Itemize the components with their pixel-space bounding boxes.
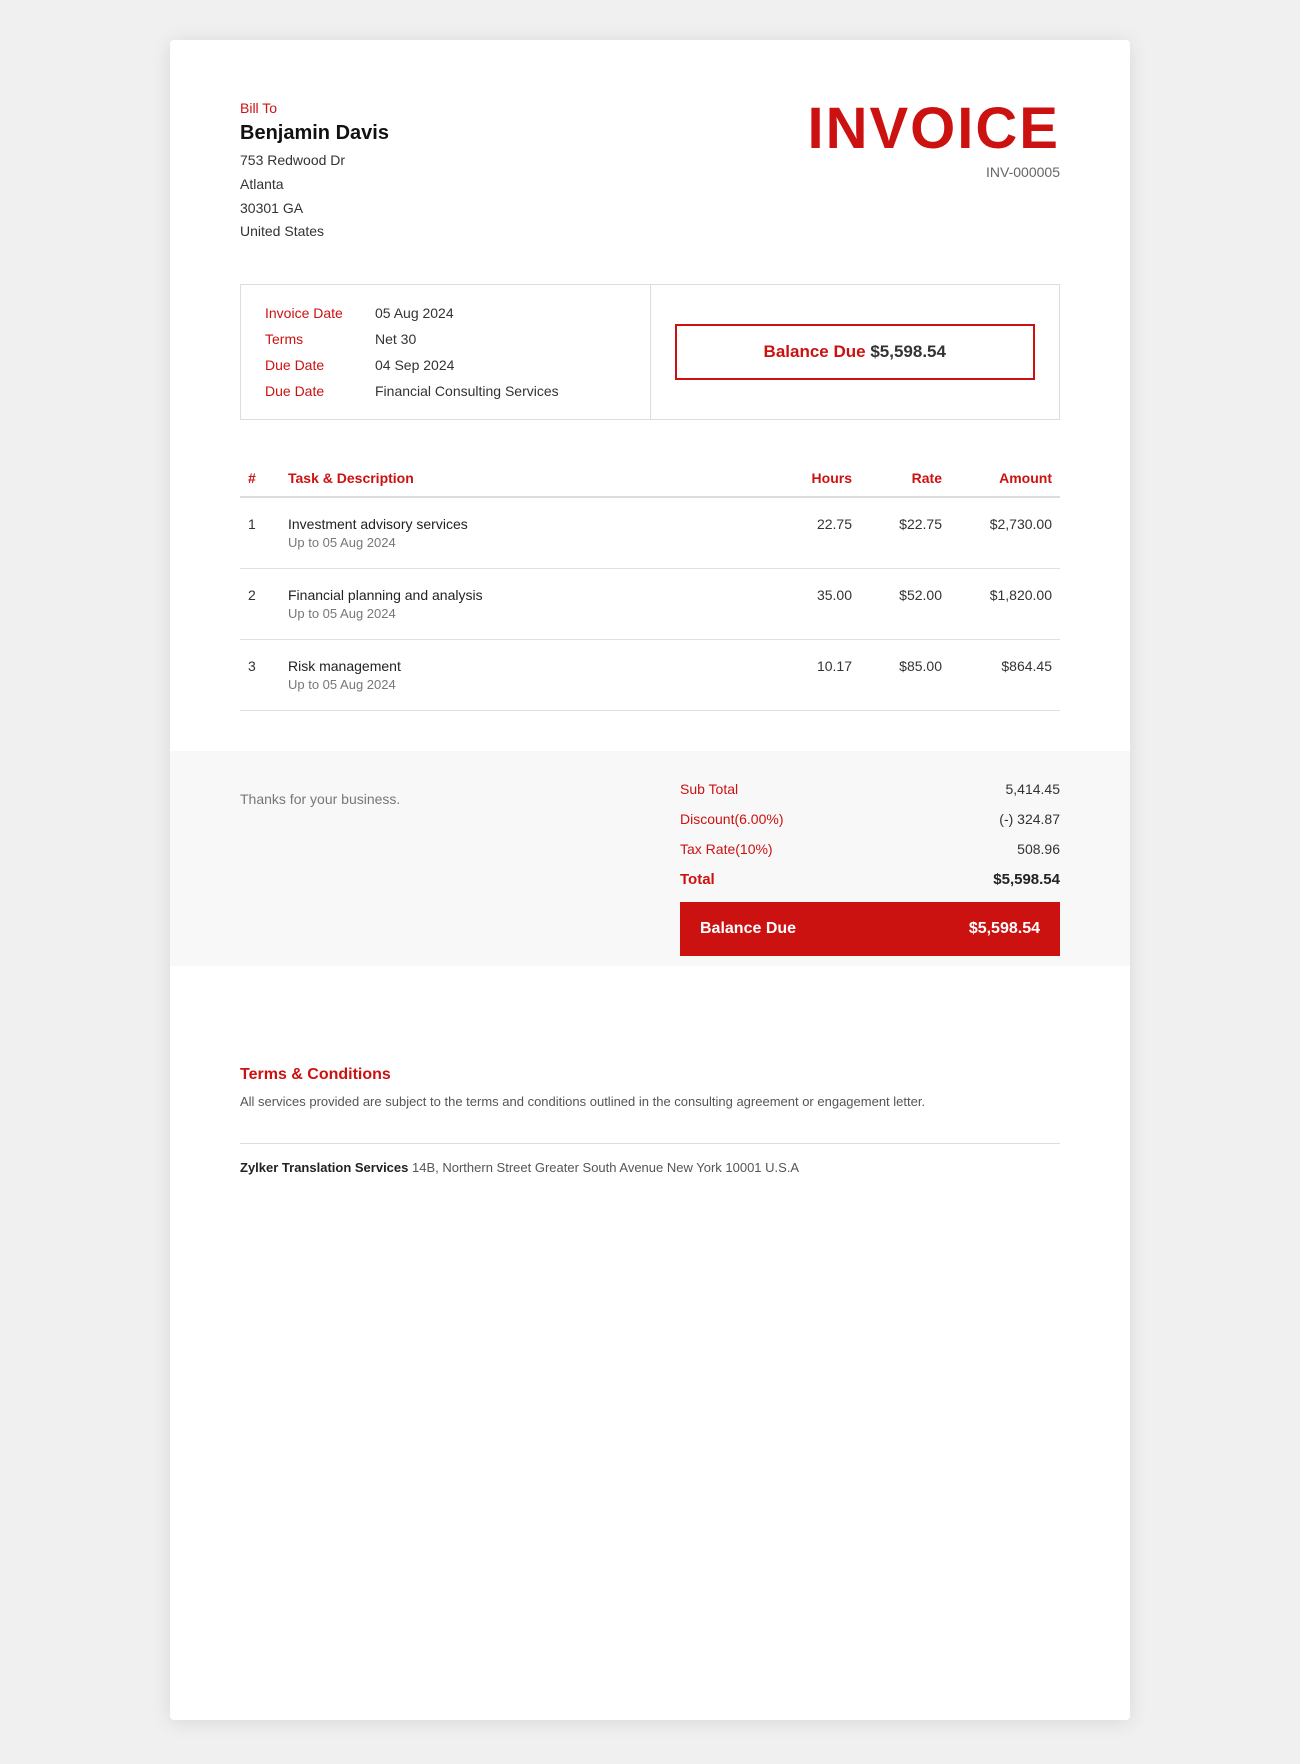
invoice-number: INV-000005 bbox=[808, 164, 1061, 180]
row-num: 3 bbox=[240, 640, 280, 711]
meta-section: Invoice Date 05 Aug 2024 Terms Net 30 Du… bbox=[240, 284, 1060, 420]
invoice-document: Bill To Benjamin Davis 753 Redwood Dr At… bbox=[170, 40, 1130, 1720]
subtotal-row: Sub Total 5,414.45 bbox=[680, 781, 1060, 797]
table-row: 3 Risk management Up to 05 Aug 2024 10.1… bbox=[240, 640, 1060, 711]
row-hours: 22.75 bbox=[760, 497, 860, 569]
row-task: Risk management Up to 05 Aug 2024 bbox=[280, 640, 760, 711]
discount-value: (-) 324.87 bbox=[999, 811, 1060, 827]
total-value: $5,598.54 bbox=[993, 871, 1060, 888]
subject-value: Financial Consulting Services bbox=[375, 383, 559, 399]
row-task: Investment advisory services Up to 05 Au… bbox=[280, 497, 760, 569]
address-line2: Atlanta bbox=[240, 173, 389, 197]
terms-row: Terms Net 30 bbox=[265, 331, 626, 347]
row-rate: $22.75 bbox=[860, 497, 950, 569]
thanks-text: Thanks for your business. bbox=[240, 791, 400, 807]
col-hours: Hours bbox=[760, 460, 860, 497]
client-name: Benjamin Davis bbox=[240, 122, 389, 145]
col-rate: Rate bbox=[860, 460, 950, 497]
address-line1: 753 Redwood Dr bbox=[240, 149, 389, 173]
meta-left: Invoice Date 05 Aug 2024 Terms Net 30 Du… bbox=[241, 285, 651, 419]
terms-label: Terms bbox=[265, 331, 375, 347]
table-row: 2 Financial planning and analysis Up to … bbox=[240, 569, 1060, 640]
row-amount: $1,820.00 bbox=[950, 569, 1060, 640]
meta-right: Balance Due $5,598.54 bbox=[651, 285, 1060, 419]
bill-to-section: Bill To Benjamin Davis 753 Redwood Dr At… bbox=[240, 100, 389, 244]
summary-section: Thanks for your business. Sub Total 5,41… bbox=[170, 751, 1130, 966]
invoice-title: INVOICE bbox=[808, 100, 1061, 158]
row-num: 2 bbox=[240, 569, 280, 640]
subject-label: Due Date bbox=[265, 383, 375, 399]
bill-to-label: Bill To bbox=[240, 100, 389, 116]
terms-title: Terms & Conditions bbox=[240, 1066, 1060, 1084]
invoice-date-label: Invoice Date bbox=[265, 305, 375, 321]
footer-company: Zylker Translation Services bbox=[240, 1160, 408, 1175]
tax-label: Tax Rate(10%) bbox=[680, 841, 773, 857]
total-label: Total bbox=[680, 871, 715, 888]
total-row: Total $5,598.54 bbox=[680, 871, 1060, 888]
discount-row: Discount(6.00%) (-) 324.87 bbox=[680, 811, 1060, 827]
subject-row: Due Date Financial Consulting Services bbox=[265, 383, 626, 399]
col-num: # bbox=[240, 460, 280, 497]
address-line3: 30301 GA bbox=[240, 197, 389, 221]
due-date-row: Due Date 04 Sep 2024 bbox=[265, 357, 626, 373]
invoice-title-section: INVOICE INV-000005 bbox=[808, 100, 1061, 180]
client-address: 753 Redwood Dr Atlanta 30301 GA United S… bbox=[240, 149, 389, 244]
terms-conditions-section: Terms & Conditions All services provided… bbox=[240, 1046, 1060, 1113]
row-rate: $52.00 bbox=[860, 569, 950, 640]
totals-section: Sub Total 5,414.45 Discount(6.00%) (-) 3… bbox=[680, 781, 1060, 956]
terms-text: All services provided are subject to the… bbox=[240, 1092, 1060, 1113]
footer-address: 14B, Northern Street Greater South Avenu… bbox=[412, 1160, 799, 1175]
due-date-value: 04 Sep 2024 bbox=[375, 357, 454, 373]
table-header: # Task & Description Hours Rate Amount bbox=[240, 460, 1060, 497]
terms-value: Net 30 bbox=[375, 331, 416, 347]
footer-text: Zylker Translation Services 14B, Norther… bbox=[240, 1160, 1060, 1175]
address-line4: United States bbox=[240, 220, 389, 244]
balance-due-box: Balance Due $5,598.54 bbox=[675, 324, 1036, 380]
subtotal-value: 5,414.45 bbox=[1006, 781, 1061, 797]
col-task: Task & Description bbox=[280, 460, 760, 497]
row-task: Financial planning and analysis Up to 05… bbox=[280, 569, 760, 640]
table-row: 1 Investment advisory services Up to 05 … bbox=[240, 497, 1060, 569]
footer-divider bbox=[240, 1143, 1060, 1144]
row-amount: $864.45 bbox=[950, 640, 1060, 711]
discount-label: Discount(6.00%) bbox=[680, 811, 784, 827]
subtotal-label: Sub Total bbox=[680, 781, 738, 797]
balance-due-final: Balance Due $5,598.54 bbox=[680, 902, 1060, 956]
row-hours: 35.00 bbox=[760, 569, 860, 640]
balance-due-final-value: $5,598.54 bbox=[969, 920, 1040, 938]
balance-due-final-label: Balance Due bbox=[700, 920, 796, 938]
row-amount: $2,730.00 bbox=[950, 497, 1060, 569]
tax-value: 508.96 bbox=[1017, 841, 1060, 857]
due-date-label: Due Date bbox=[265, 357, 375, 373]
items-table: # Task & Description Hours Rate Amount 1… bbox=[240, 460, 1060, 711]
header-section: Bill To Benjamin Davis 753 Redwood Dr At… bbox=[240, 100, 1060, 244]
row-rate: $85.00 bbox=[860, 640, 950, 711]
invoice-date-row: Invoice Date 05 Aug 2024 bbox=[265, 305, 626, 321]
col-amount: Amount bbox=[950, 460, 1060, 497]
invoice-date-value: 05 Aug 2024 bbox=[375, 305, 454, 321]
table-body: 1 Investment advisory services Up to 05 … bbox=[240, 497, 1060, 711]
row-num: 1 bbox=[240, 497, 280, 569]
tax-row: Tax Rate(10%) 508.96 bbox=[680, 841, 1060, 857]
row-hours: 10.17 bbox=[760, 640, 860, 711]
